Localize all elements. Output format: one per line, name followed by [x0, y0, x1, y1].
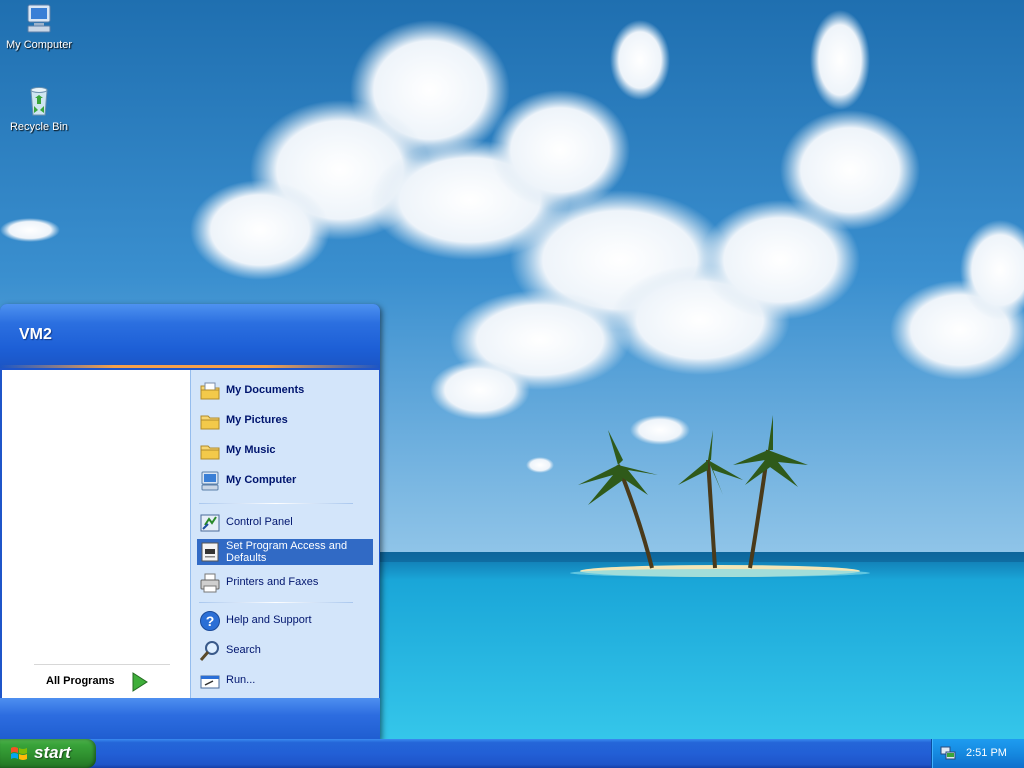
menu-item-label: Search [226, 644, 261, 656]
windows-logo-icon [11, 747, 27, 760]
my-computer-icon [201, 471, 219, 491]
search-icon [199, 641, 219, 661]
all-programs-label: All Programs [46, 675, 115, 687]
menu-item-label: My Documents [226, 384, 305, 396]
menu-item-my-pictures[interactable]: My Pictures [197, 406, 373, 434]
user-name: VM2 [19, 326, 52, 343]
header-divider [0, 365, 380, 368]
menu-item-label: Printers and Faxes [226, 576, 319, 588]
menu-item-label: My Music [226, 444, 276, 456]
menu-item-my-computer[interactable]: My Computer [197, 466, 373, 494]
folder-icon [200, 415, 220, 430]
start-label: start [34, 743, 71, 762]
start-menu-footer [0, 698, 380, 740]
run-icon [200, 675, 220, 689]
taskbar: start 2:51 PM [0, 739, 1024, 768]
menu-item-set-program-access[interactable]: Set Program Access and Defaults [197, 539, 373, 565]
recycle-bin-icon [30, 87, 48, 116]
menu-separator [199, 503, 353, 504]
menu-item-control-panel[interactable]: Control Panel [197, 508, 373, 536]
menu-item-my-documents[interactable]: My Documents [197, 376, 373, 404]
menu-item-search[interactable]: Search [197, 636, 373, 664]
folder-icon [200, 445, 220, 460]
control-panel-icon [200, 514, 220, 532]
menu-item-label: Help and Support [226, 614, 312, 626]
menu-item-my-music[interactable]: My Music [197, 436, 373, 464]
green-arrow-icon [132, 672, 148, 692]
menu-item-printers-and-faxes[interactable]: Printers and Faxes [197, 568, 373, 596]
network-icon[interactable] [940, 745, 956, 761]
menu-item-label: Run... [226, 674, 256, 686]
desktop-icon-label: My Computer [5, 39, 73, 51]
menu-item-label: Set Program Access and Defaults [226, 540, 348, 564]
start-menu: VM2 All Programs My Documents My Picture… [0, 304, 380, 740]
all-programs-button[interactable]: All Programs [46, 672, 156, 692]
desktop-icon-recycle-bin[interactable]: Recycle Bin [0, 84, 78, 133]
start-menu-header: VM2 [0, 304, 380, 368]
folder-documents-icon [200, 382, 220, 400]
menu-item-run[interactable]: Run... [197, 666, 373, 694]
my-computer-icon [27, 4, 51, 33]
help-icon: ? [200, 611, 220, 631]
all-programs-separator [34, 664, 170, 665]
program-access-icon [201, 542, 219, 562]
pinned-programs-pane: All Programs [2, 370, 190, 698]
menu-separator [199, 602, 353, 603]
desktop-icon-my-computer[interactable]: My Computer [0, 2, 78, 51]
places-pane: My Documents My Pictures My Music My Com… [190, 370, 379, 698]
menu-item-label: My Pictures [226, 414, 288, 426]
clock[interactable]: 2:51 PM [966, 747, 1007, 759]
printer-icon [200, 573, 220, 593]
svg-text:?: ? [206, 613, 215, 629]
menu-item-label: Control Panel [226, 516, 293, 528]
menu-item-label: My Computer [226, 474, 297, 486]
menu-item-help-and-support[interactable]: ? Help and Support [197, 606, 373, 634]
start-button[interactable]: start [0, 739, 96, 768]
desktop-icon-label: Recycle Bin [9, 121, 69, 133]
system-tray: 2:51 PM [931, 739, 1024, 768]
